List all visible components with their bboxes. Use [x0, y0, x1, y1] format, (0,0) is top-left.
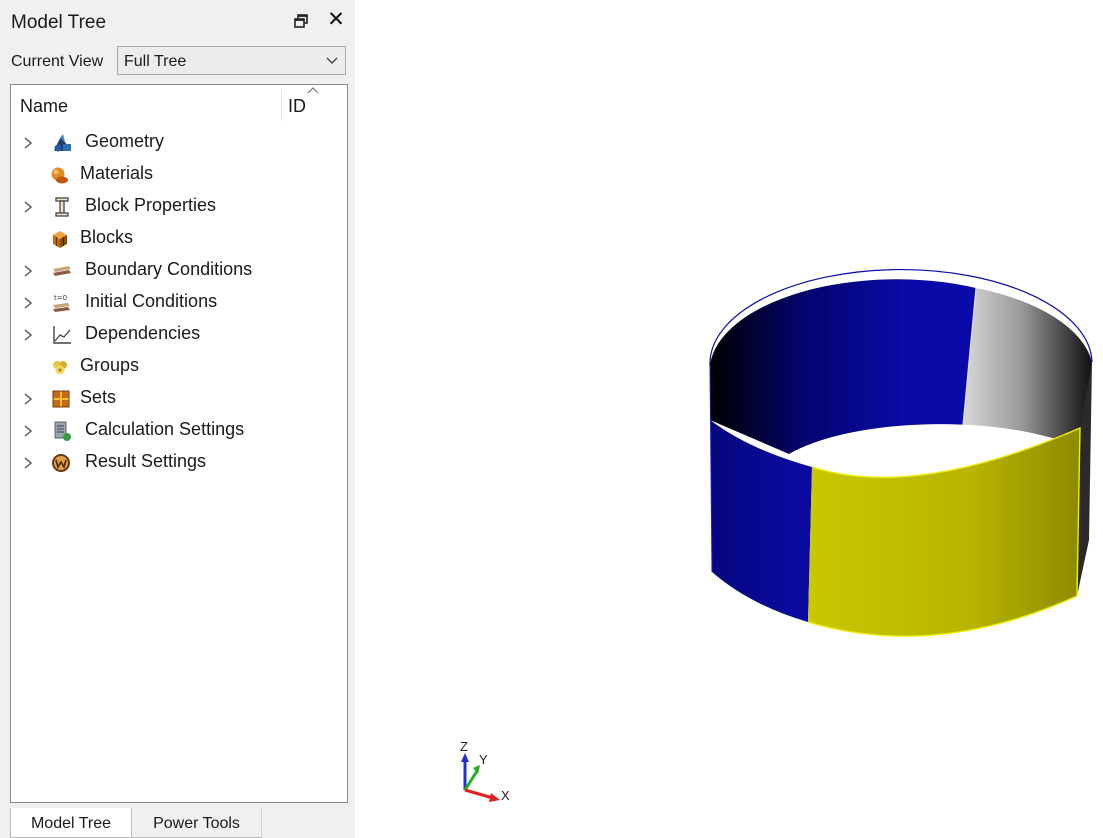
x-axis-line	[464, 788, 494, 800]
calculation-settings-icon	[54, 421, 71, 441]
tree-item-label: Blocks	[80, 227, 134, 247]
initial-conditions-icon: t=0	[53, 294, 70, 312]
tree-item-materials[interactable]: Materials	[11, 158, 347, 190]
tree-item-label: Materials	[80, 163, 154, 183]
block-properties-icon	[55, 197, 69, 217]
tab-model-tree[interactable]: Model Tree	[10, 808, 132, 838]
tree-item-calculation-settings[interactable]: Calculation Settings	[11, 414, 347, 446]
expand-arrow-icon[interactable]	[23, 393, 33, 405]
tree-item-initial-conditions[interactable]: t=0 Initial Conditions	[11, 286, 347, 318]
tree-item-dependencies[interactable]: Dependencies	[11, 318, 347, 350]
tree-item-block-properties[interactable]: Block Properties	[11, 190, 347, 222]
materials-icon	[51, 167, 68, 184]
tree-item-blocks[interactable]: Blocks	[11, 222, 347, 254]
model-tree[interactable]: Name ID Geometry Materials Block Propert…	[10, 84, 348, 803]
y-axis-label: Y	[479, 752, 488, 767]
tree-item-label: Groups	[80, 355, 140, 375]
tree-item-result-settings[interactable]: Result Settings	[11, 446, 347, 478]
z-axis-label: Z	[460, 739, 468, 754]
tree-item-label: Block Properties	[85, 195, 217, 215]
boundary-conditions-icon	[53, 266, 71, 276]
result-settings-icon	[52, 454, 70, 472]
tab-power-tools[interactable]: Power Tools	[132, 808, 262, 838]
expand-arrow-icon[interactable]	[23, 265, 33, 277]
expand-arrow-icon[interactable]	[23, 329, 33, 341]
current-view-value: Full Tree	[124, 53, 187, 70]
tree-item-sets[interactable]: Sets	[11, 382, 347, 414]
tree-column-header: Name ID	[11, 85, 347, 125]
expand-arrow-icon[interactable]	[23, 297, 33, 309]
geometry-icon	[54, 134, 71, 152]
tree-item-label: Boundary Conditions	[85, 259, 253, 279]
expand-arrow-icon[interactable]	[23, 201, 33, 213]
sets-icon	[52, 390, 70, 408]
tab-label: Model Tree	[30, 815, 112, 832]
tree-item-label: Sets	[80, 387, 117, 407]
graphics-viewport[interactable]: Z Y X	[355, 0, 1103, 838]
tree-item-label: Geometry	[85, 131, 165, 151]
column-header-id[interactable]: ID	[288, 96, 306, 117]
axis-triad: Z Y X	[460, 739, 510, 803]
column-header-name[interactable]: Name	[20, 96, 68, 117]
model-tree-panel: Model Tree ✕ Current View Full Tree Name…	[0, 0, 355, 838]
inner-wall-grey	[963, 288, 1092, 448]
current-view-select[interactable]: Full Tree	[117, 46, 346, 75]
dependencies-icon	[53, 326, 71, 344]
z-axis-arrow	[461, 753, 469, 762]
panel-title: Model Tree	[11, 12, 107, 33]
tree-item-label: Initial Conditions	[85, 291, 218, 311]
blocks-icon	[53, 231, 67, 248]
expand-arrow-icon[interactable]	[23, 137, 33, 149]
chevron-down-icon	[326, 57, 338, 64]
float-window-icon[interactable]	[292, 11, 312, 31]
tree-item-groups[interactable]: Groups	[11, 350, 347, 382]
svg-text:t=0: t=0	[54, 294, 67, 302]
tree-item-label: Calculation Settings	[85, 419, 245, 439]
x-axis-arrow	[489, 793, 500, 802]
tree-item-label: Result Settings	[85, 451, 207, 471]
close-icon[interactable]: ✕	[326, 9, 346, 31]
groups-icon	[53, 361, 67, 375]
sort-ascending-icon	[307, 87, 319, 94]
expand-arrow-icon[interactable]	[23, 425, 33, 437]
y-axis-line	[463, 770, 479, 791]
cylinder-model[interactable]	[355, 0, 1103, 838]
x-axis-label: X	[501, 788, 510, 803]
expand-arrow-icon[interactable]	[23, 457, 33, 469]
tab-label: Power Tools	[153, 815, 240, 832]
tree-item-geometry[interactable]: Geometry	[11, 126, 347, 158]
tree-item-boundary-conditions[interactable]: Boundary Conditions	[11, 254, 347, 286]
current-view-label: Current View	[11, 53, 104, 70]
panel-header: Model Tree ✕	[0, 0, 355, 42]
tree-item-label: Dependencies	[85, 323, 201, 343]
column-divider[interactable]	[281, 89, 282, 121]
panel-tab-bar: Model Tree Power Tools	[0, 808, 355, 838]
